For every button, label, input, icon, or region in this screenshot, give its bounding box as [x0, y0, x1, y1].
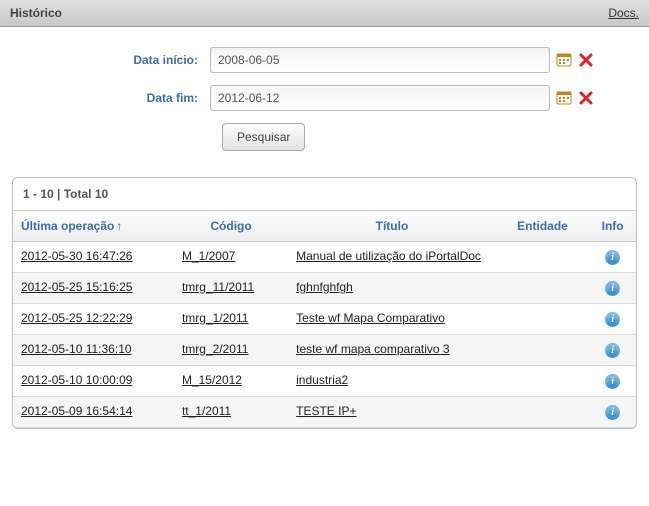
table-row: 2012-05-30 16:47:26 M_1/2007 Manual de uti… — [13, 242, 636, 273]
start-date-input[interactable] — [210, 47, 550, 73]
title-link[interactable]: industria2 — [296, 373, 348, 387]
entity-cell — [496, 397, 589, 428]
op-link[interactable]: 2012-05-25 12:22:29 — [21, 311, 132, 325]
search-form: Data início: Data fim: Pesquisar — [0, 27, 649, 163]
col-last-op[interactable]: Última operação↑ — [13, 211, 174, 242]
search-button[interactable]: Pesquisar — [222, 123, 305, 151]
end-date-label: Data fim: — [30, 91, 210, 105]
clear-icon[interactable] — [578, 52, 594, 68]
title-link[interactable]: Teste wf Mapa Comparativo — [296, 311, 445, 325]
entity-cell — [496, 242, 589, 273]
entity-cell — [496, 304, 589, 335]
entity-cell — [496, 273, 589, 304]
code-link[interactable]: M_15/2012 — [182, 373, 242, 387]
results-summary: 1 - 10 | Total 10 — [13, 178, 636, 211]
op-link[interactable]: 2012-05-30 16:47:26 — [21, 249, 132, 263]
col-info[interactable]: Info — [589, 211, 636, 242]
info-icon[interactable]: i — [605, 250, 620, 265]
entity-cell — [496, 366, 589, 397]
calendar-icon[interactable] — [556, 90, 572, 106]
title-link[interactable]: teste wf mapa comparativo 3 — [296, 342, 449, 356]
op-link[interactable]: 2012-05-10 11:36:10 — [21, 342, 132, 356]
info-icon[interactable]: i — [605, 343, 620, 358]
title-link[interactable]: Manual de utilização do iPortalDoc — [296, 249, 481, 263]
code-link[interactable]: tmrg_2/2011 — [182, 342, 249, 356]
code-link[interactable]: tt_1/2011 — [182, 404, 231, 418]
col-entity[interactable]: Entidade — [496, 211, 589, 242]
code-link[interactable]: M_1/2007 — [182, 249, 235, 263]
table-row: 2012-05-10 10:00:09 M_15/2012 industria2 i — [13, 366, 636, 397]
calendar-icon[interactable] — [556, 52, 572, 68]
op-link[interactable]: 2012-05-09 16:54:14 — [21, 404, 132, 418]
col-title[interactable]: Título — [288, 211, 496, 242]
title-link[interactable]: TESTE IP+ — [296, 404, 356, 418]
table-row: 2012-05-25 12:22:29 tmrg_1/2011 Teste wf M… — [13, 304, 636, 335]
sort-asc-icon: ↑ — [116, 219, 122, 233]
info-icon[interactable]: i — [605, 374, 620, 389]
op-link[interactable]: 2012-05-10 10:00:09 — [21, 373, 132, 387]
end-date-input[interactable] — [210, 85, 550, 111]
code-link[interactable]: tmrg_11/2011 — [182, 280, 254, 294]
docs-link[interactable]: Docs. — [608, 6, 639, 20]
info-icon[interactable]: i — [605, 312, 620, 327]
table-row: 2012-05-09 16:54:14 tt_1/2011 TESTE IP+ i — [13, 397, 636, 428]
title-link[interactable]: fghnfghfgh — [296, 280, 353, 294]
code-link[interactable]: tmrg_1/2011 — [182, 311, 249, 325]
info-icon[interactable]: i — [605, 405, 620, 420]
info-icon[interactable]: i — [605, 281, 620, 296]
start-date-label: Data início: — [30, 53, 210, 67]
op-link[interactable]: 2012-05-25 15:16:25 — [21, 280, 132, 294]
clear-icon[interactable] — [578, 90, 594, 106]
results-table: 1 - 10 | Total 10 Última operação↑ Códig… — [12, 177, 637, 429]
table-row: 2012-05-10 11:36:10 tmrg_2/2011 teste wf m… — [13, 335, 636, 366]
page-title: Histórico — [10, 6, 62, 20]
entity-cell — [496, 335, 589, 366]
table-row: 2012-05-25 15:16:25 tmrg_11/2011 fghnfghfg… — [13, 273, 636, 304]
col-code[interactable]: Código — [174, 211, 288, 242]
